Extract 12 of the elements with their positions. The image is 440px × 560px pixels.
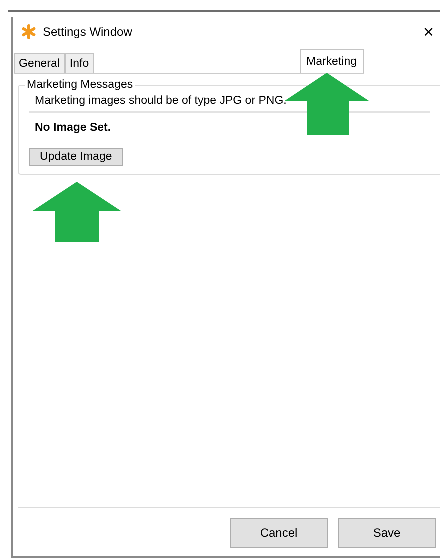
- tab[interactable]: Info: [64, 53, 94, 73]
- tab[interactable]: Marketing: [300, 49, 364, 73]
- dialog-button[interactable]: Cancel: [230, 518, 328, 548]
- tab[interactable]: General: [14, 53, 65, 73]
- close-button[interactable]: ×: [423, 22, 440, 42]
- status-text: No Image Set.: [34, 121, 112, 136]
- asterisk-icon: [21, 24, 37, 40]
- dialog-button[interactable]: Save: [338, 518, 436, 548]
- hint-text: Marketing images should be of type JPG or PNG.: [34, 94, 288, 109]
- group-title: Marketing Messages: [26, 79, 134, 91]
- update-image-button[interactable]: Update Image: [29, 148, 124, 166]
- window-title: Settings Window: [43, 25, 132, 39]
